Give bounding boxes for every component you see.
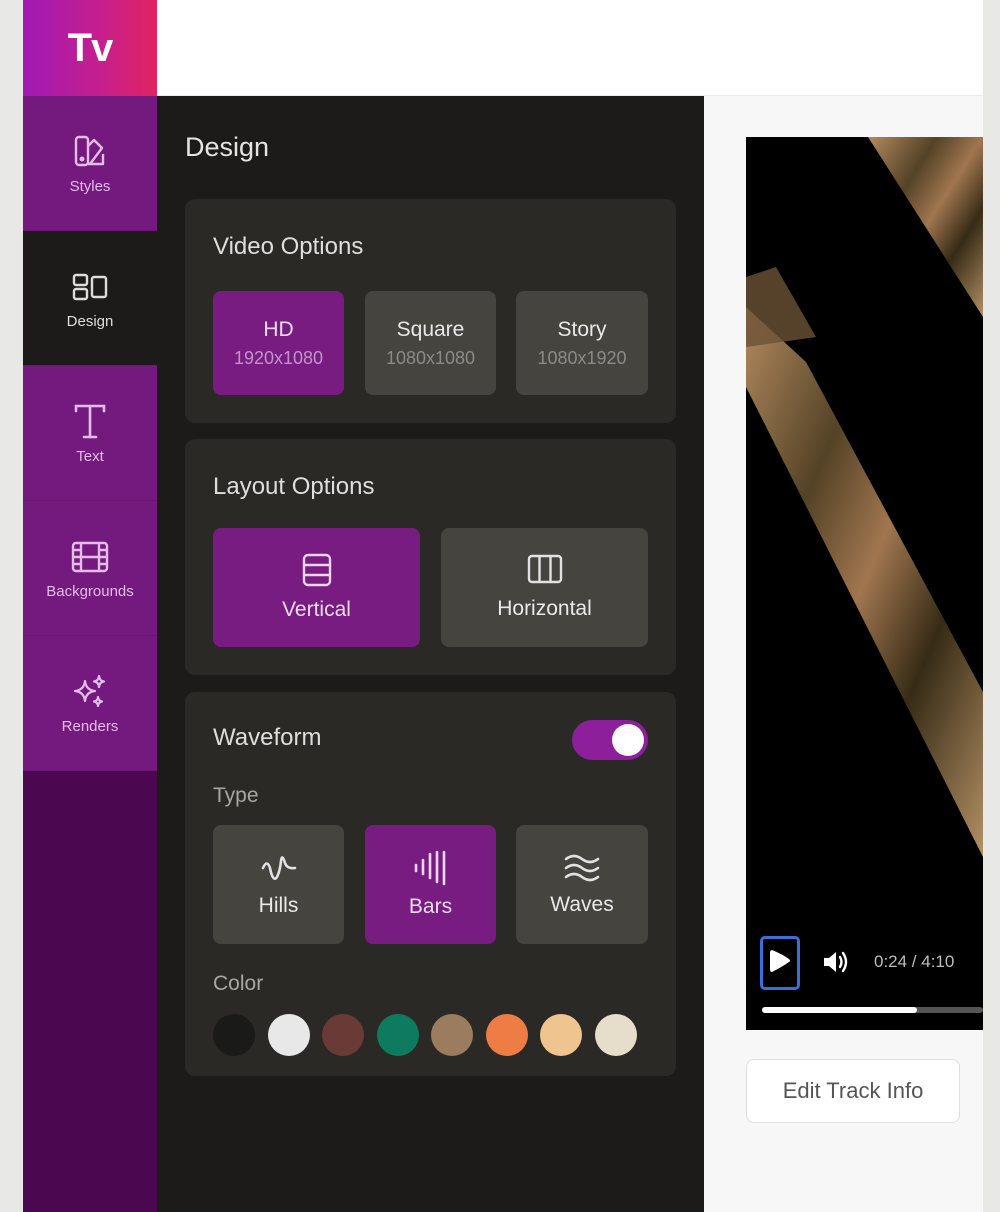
text-t-icon [70, 402, 110, 442]
rail-item-label: Styles [69, 177, 111, 195]
option-name: Story [557, 317, 607, 341]
layout-option-vertical[interactable]: Vertical [213, 528, 420, 647]
side-rail: Styles Design Text Backgrounds Renders [23, 96, 157, 1212]
sparkles-icon [70, 672, 110, 712]
hills-wave-icon [260, 851, 298, 890]
volume-icon [820, 951, 852, 982]
video-options-card: Video Options HD 1920x1080 Square 1080x1… [185, 199, 676, 423]
waveform-type-bars[interactable]: Bars [365, 825, 496, 944]
video-option-hd[interactable]: HD 1920x1080 [213, 291, 344, 395]
layout-options-card: Layout Options Vertical Horizontal [185, 439, 676, 675]
rail-item-text[interactable]: Text [23, 366, 157, 501]
option-resolution: 1080x1080 [385, 347, 476, 368]
color-swatch[interactable] [431, 1014, 473, 1056]
columns-icon [527, 554, 563, 589]
option-name: HD [263, 317, 294, 341]
layout-options-title: Layout Options [213, 473, 375, 500]
video-preview[interactable]: 0:24 / 4:10 [746, 137, 983, 1030]
app-window: Tv Styles Design Text Backgrounds Render… [23, 0, 983, 1212]
type-label: Type [213, 784, 259, 807]
player-controls: 0:24 / 4:10 [746, 932, 983, 1030]
color-swatch[interactable] [594, 1014, 637, 1056]
app-logo[interactable]: Tv [23, 0, 157, 96]
waveform-type-waves[interactable]: Waves [516, 825, 648, 944]
option-name: Waves [550, 893, 614, 916]
top-bar [157, 0, 983, 96]
option-name: Hills [258, 894, 299, 917]
rail-item-label: Text [76, 447, 104, 465]
rail-item-renders[interactable]: Renders [23, 636, 157, 771]
video-options-title: Video Options [213, 233, 364, 260]
volume-button[interactable] [820, 946, 852, 978]
edit-track-info-button[interactable]: Edit Track Info [746, 1059, 960, 1123]
layout-grid-icon [70, 267, 110, 307]
color-label: Color [213, 972, 264, 995]
option-name: Vertical [282, 598, 351, 621]
option-resolution: 1080x1920 [537, 347, 627, 368]
rail-item-design[interactable]: Design [23, 231, 157, 366]
panel-title: Design [185, 132, 270, 162]
preview-artwork [746, 137, 983, 857]
audio-bars-icon [412, 850, 450, 891]
option-name: Horizontal [497, 597, 592, 620]
waveform-toggle[interactable] [572, 720, 648, 760]
color-swatch[interactable] [485, 1014, 528, 1056]
option-name: Square [396, 317, 465, 341]
color-swatch[interactable] [376, 1014, 419, 1056]
layout-option-horizontal[interactable]: Horizontal [441, 528, 648, 647]
progress-fill [762, 1007, 917, 1013]
color-swatch[interactable] [322, 1014, 364, 1056]
rail-item-label: Design [66, 312, 114, 330]
color-swatch[interactable] [540, 1014, 582, 1056]
waveform-title: Waveform [213, 724, 322, 751]
palette-swatch-icon [70, 132, 110, 172]
playback-time: 0:24 / 4:10 [874, 952, 955, 971]
waveform-type-hills[interactable]: Hills [213, 825, 344, 944]
color-swatch[interactable] [213, 1014, 255, 1056]
rows-icon [302, 553, 332, 592]
option-resolution: 1920x1080 [233, 347, 324, 368]
waves-icon [563, 852, 601, 889]
video-option-story[interactable]: Story 1080x1920 [516, 291, 648, 395]
waveform-card: Waveform Type Hills Bars Waves Color [185, 692, 676, 1076]
rail-item-backgrounds[interactable]: Backgrounds [23, 501, 157, 636]
video-option-square[interactable]: Square 1080x1080 [365, 291, 496, 395]
progress-bar[interactable] [762, 1007, 983, 1013]
logo-text: Tv [67, 25, 114, 70]
color-swatch[interactable] [267, 1014, 310, 1056]
toggle-knob [612, 724, 644, 756]
design-panel: Design Video Options HD 1920x1080 Square… [157, 96, 704, 1212]
rail-item-label: Renders [61, 717, 119, 735]
film-strip-icon [70, 537, 110, 577]
play-button[interactable] [760, 936, 800, 990]
play-icon [768, 947, 792, 980]
rail-item-label: Backgrounds [46, 582, 134, 600]
option-name: Bars [408, 895, 453, 918]
rail-item-styles[interactable]: Styles [23, 96, 157, 231]
